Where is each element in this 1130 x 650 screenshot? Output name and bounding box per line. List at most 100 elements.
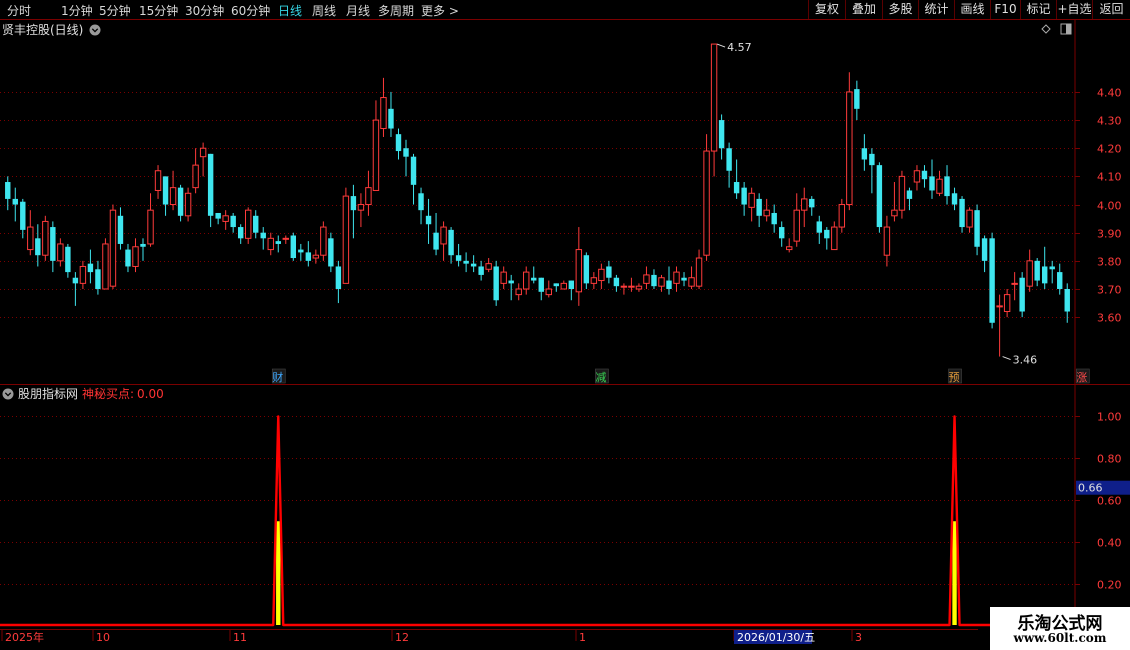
candle[interactable]: [365, 170, 372, 216]
candle[interactable]: [560, 280, 568, 290]
candle[interactable]: [538, 277, 544, 301]
candle[interactable]: [553, 283, 559, 292]
candle[interactable]: [418, 187, 424, 225]
candle[interactable]: [1057, 263, 1063, 295]
toolbar-button-1[interactable]: 叠加: [845, 0, 882, 19]
event-marker-3[interactable]: 涨: [1075, 368, 1090, 384]
candle[interactable]: [944, 165, 950, 205]
candle[interactable]: [455, 243, 462, 267]
candle[interactable]: [500, 266, 507, 289]
candle[interactable]: [606, 260, 612, 284]
candle[interactable]: [936, 170, 943, 197]
candle[interactable]: [433, 212, 439, 256]
candle[interactable]: [515, 283, 522, 301]
candle[interactable]: [854, 80, 860, 121]
candle[interactable]: [12, 187, 18, 222]
tab-period-1[interactable]: 1分钟: [61, 2, 93, 19]
toolbar-button-0[interactable]: 复权: [808, 0, 845, 19]
chevron-down-icon[interactable]: [89, 24, 101, 36]
candle[interactable]: [132, 238, 139, 273]
candle[interactable]: [109, 204, 117, 289]
candle[interactable]: [523, 266, 530, 295]
candle[interactable]: [448, 227, 454, 264]
candle[interactable]: [1041, 246, 1048, 289]
candle[interactable]: [350, 184, 357, 239]
candle[interactable]: [42, 215, 49, 261]
candle[interactable]: [140, 238, 146, 261]
tab-period-5[interactable]: 60分钟: [231, 2, 270, 19]
toolbar-button-3[interactable]: 统计: [918, 0, 954, 19]
candle[interactable]: [793, 193, 800, 247]
candle[interactable]: [748, 187, 755, 222]
candle[interactable]: [718, 114, 725, 160]
candle[interactable]: [125, 243, 131, 273]
candle[interactable]: [726, 142, 732, 188]
candle[interactable]: [237, 224, 244, 244]
candle[interactable]: [177, 184, 184, 222]
event-marker-1[interactable]: 减: [595, 368, 609, 384]
candle[interactable]: [245, 207, 252, 244]
diamond-icon[interactable]: [1041, 24, 1051, 34]
candle[interactable]: [951, 187, 958, 211]
tab-period-7[interactable]: 周线: [312, 2, 336, 19]
candle[interactable]: [898, 170, 906, 219]
candle[interactable]: [1003, 288, 1011, 318]
candle[interactable]: [651, 269, 657, 289]
candle[interactable]: [275, 235, 281, 253]
candle[interactable]: [575, 227, 583, 306]
candle[interactable]: [5, 176, 11, 211]
candle[interactable]: [1011, 272, 1018, 301]
candle[interactable]: [470, 255, 477, 273]
candle[interactable]: [87, 249, 94, 284]
candle[interactable]: [72, 272, 79, 306]
candle[interactable]: [1034, 258, 1040, 287]
candle[interactable]: [666, 266, 672, 295]
tab-period-4[interactable]: 30分钟: [185, 2, 224, 19]
candle[interactable]: [703, 134, 710, 261]
candle[interactable]: [1064, 283, 1070, 323]
candle[interactable]: [410, 153, 417, 205]
candle[interactable]: [162, 176, 169, 216]
candle[interactable]: [478, 260, 484, 281]
window-toggle-icon[interactable]: [1060, 23, 1072, 35]
candle[interactable]: [154, 165, 162, 199]
candle[interactable]: [913, 165, 921, 191]
candle[interactable]: [695, 249, 703, 289]
candle[interactable]: [876, 162, 883, 233]
candle[interactable]: [981, 235, 988, 273]
candle[interactable]: [298, 243, 304, 261]
candle[interactable]: [50, 221, 56, 273]
candle[interactable]: [147, 193, 154, 247]
candle[interactable]: [598, 263, 605, 289]
candle[interactable]: [710, 43, 718, 177]
candle[interactable]: [27, 210, 34, 256]
candle[interactable]: [1026, 249, 1033, 292]
candle[interactable]: [966, 207, 973, 233]
candle[interactable]: [357, 193, 365, 228]
candle[interactable]: [620, 283, 628, 295]
candle[interactable]: [673, 266, 680, 292]
candle[interactable]: [906, 187, 913, 211]
tab-period-10[interactable]: 更多 >: [421, 2, 459, 19]
candle[interactable]: [305, 241, 312, 267]
candle[interactable]: [493, 260, 499, 306]
candle[interactable]: [199, 142, 207, 177]
toolbar-button-5[interactable]: F10: [990, 0, 1020, 19]
candle[interactable]: [253, 210, 259, 239]
candle[interactable]: [35, 224, 41, 267]
candle[interactable]: [425, 198, 432, 244]
tab-period-2[interactable]: 5分钟: [99, 2, 131, 19]
candle[interactable]: [996, 294, 1003, 357]
candle[interactable]: [741, 182, 747, 216]
candle[interactable]: [831, 221, 838, 251]
candle[interactable]: [838, 198, 846, 233]
candle[interactable]: [440, 221, 447, 261]
candle[interactable]: [215, 212, 221, 225]
chevron-down-icon[interactable]: [2, 388, 14, 400]
candle[interactable]: [388, 91, 394, 137]
candlestick-chart[interactable]: 4.40 4.30 4.20 4.10 4.00 3.90 3.80 3.70 3.60 4.57…: [0, 20, 1130, 385]
candle[interactable]: [463, 252, 469, 273]
indicator-chart[interactable]: 1.00 0.80 0.60 0.40 0.20 0.66 股朋指标网 神秘买点: 0.00 20…: [0, 385, 1130, 650]
candle[interactable]: [643, 266, 650, 289]
candle[interactable]: [20, 198, 26, 239]
